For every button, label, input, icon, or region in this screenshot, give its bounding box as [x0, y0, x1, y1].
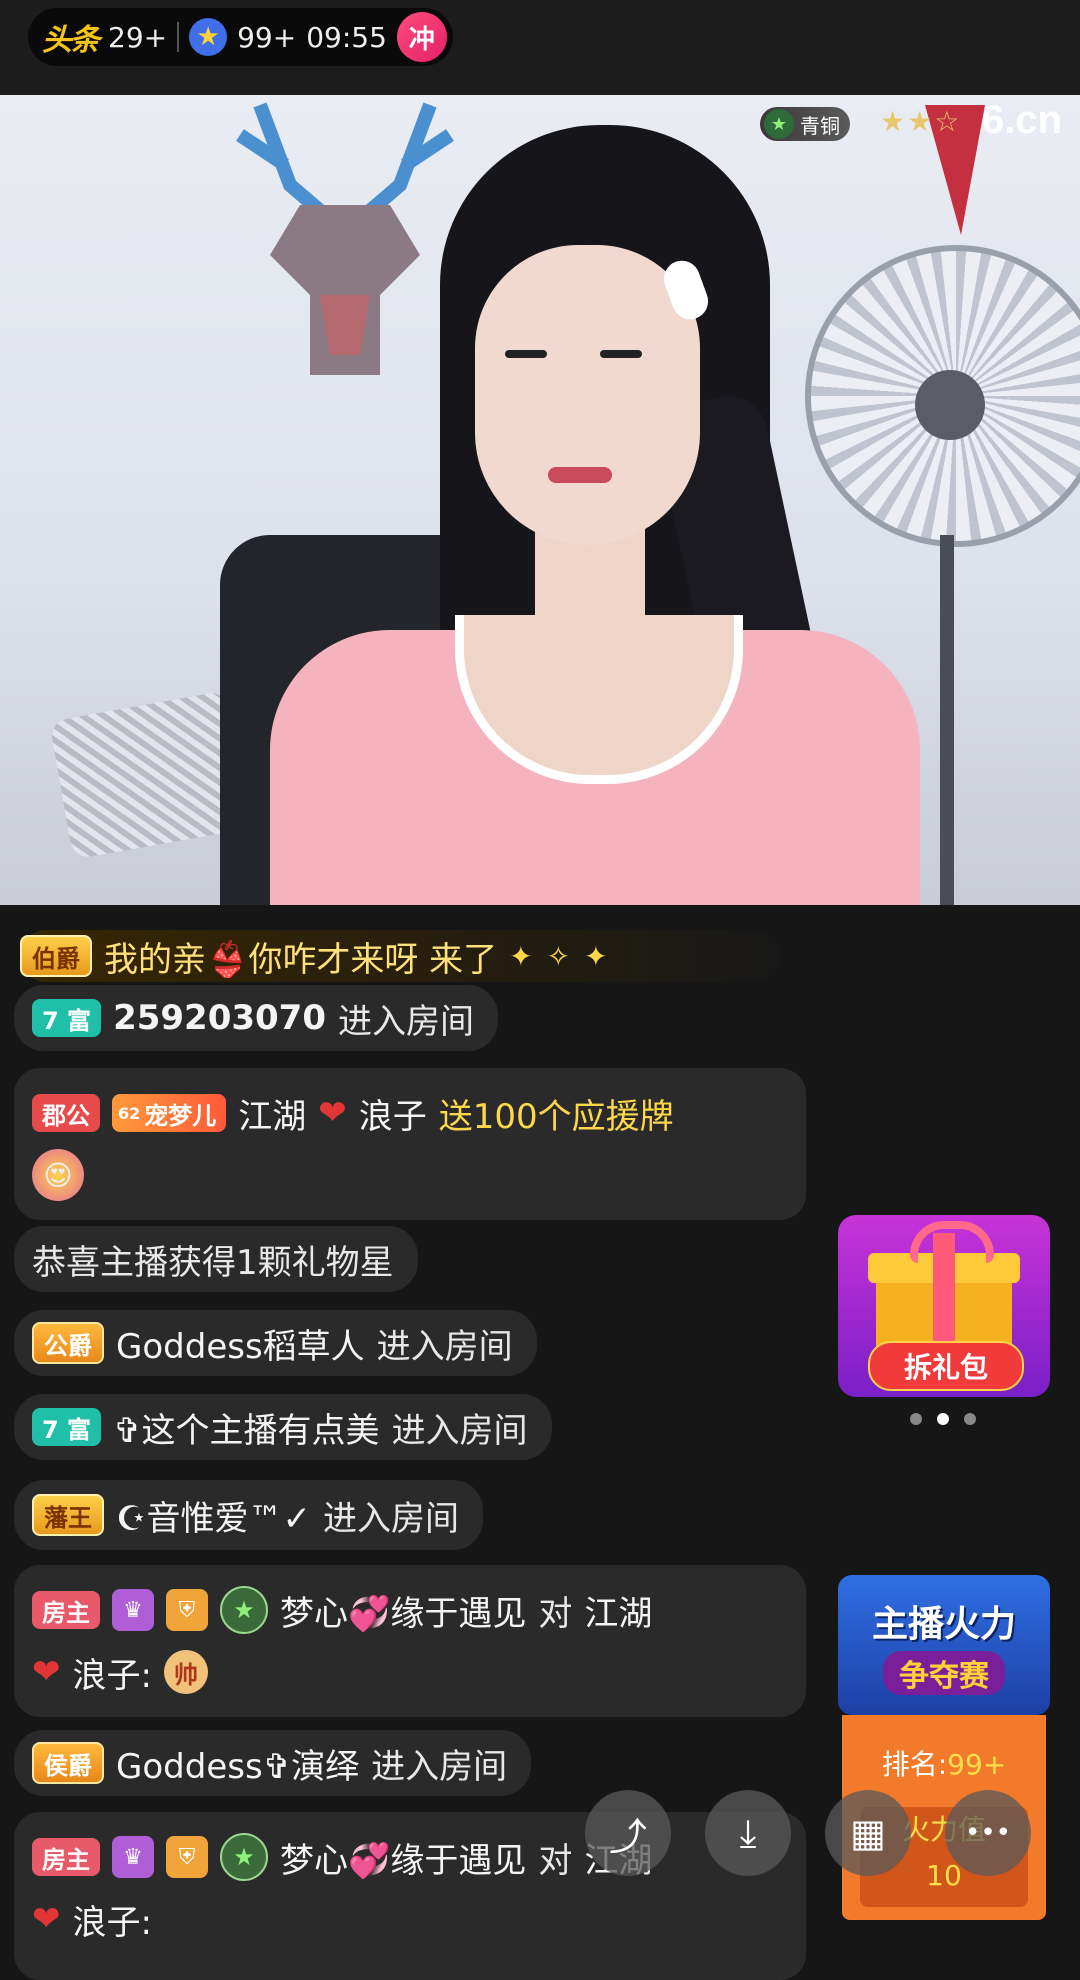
- chat-message[interactable]: 7 富 ✞这个主播有点美 进入房间: [14, 1394, 552, 1460]
- shield-icon: ⛨: [166, 1836, 208, 1878]
- deer-head-decoration: [236, 102, 454, 375]
- rank-badge-jungong: 郡公: [32, 1094, 100, 1132]
- chat-message[interactable]: 藩王 ☪音惟爱™✓ 进入房间: [14, 1480, 483, 1550]
- open-gift-button[interactable]: 拆礼包: [868, 1341, 1024, 1391]
- chong-badge[interactable]: 冲: [396, 12, 447, 62]
- lips: [548, 467, 612, 483]
- fan-club-name: 宠梦儿: [144, 1101, 217, 1130]
- wealth-badge: 7 富: [32, 1408, 102, 1446]
- fan-level: 62: [118, 1103, 141, 1123]
- user-name[interactable]: Goddess稻草人: [116, 1319, 365, 1368]
- live-video[interactable]: [0, 95, 1080, 905]
- share-button[interactable]: ⤴: [585, 1790, 671, 1876]
- notification-pill[interactable]: 头条 29+ ★ 99+ 09:55 冲: [28, 8, 453, 66]
- user-name[interactable]: 梦心💞缘于遇见: [280, 1586, 526, 1635]
- enter-room-text: 进入房间: [337, 1001, 474, 1042]
- right-eye: [600, 350, 642, 358]
- user-name[interactable]: ☪音惟爱™✓: [116, 1491, 311, 1540]
- shuai-emoji-icon: 帅: [163, 1650, 208, 1694]
- user-name[interactable]: 江湖: [238, 1089, 306, 1138]
- chat-message[interactable]: 公爵 Goddess稻草人 进入房间: [14, 1310, 537, 1376]
- chat-message[interactable]: 房主 ♛ ⛨ ★ 梦心💞缘于遇见 对 江湖 ❤ 浪子: 帅: [14, 1565, 806, 1717]
- chat-message[interactable]: 7 富 259203070 进入房间: [14, 985, 498, 1051]
- more-button[interactable]: •••: [945, 1790, 1031, 1876]
- chat-message[interactable]: 郡公 62 宠梦儿 江湖 ❤ 浪子 送100个应援牌 😍: [14, 1068, 806, 1220]
- welcome-text: 我的亲👙你咋才来呀 来了: [104, 939, 498, 980]
- pager-dot[interactable]: [910, 1413, 922, 1425]
- rank-badge-fanwang: 藩王: [32, 1494, 104, 1536]
- guardian-icon: ♛: [112, 1589, 154, 1631]
- heart-icon: ❤: [32, 1899, 61, 1939]
- contest-subtitle: 争夺赛: [883, 1651, 1005, 1695]
- rank-label: 青铜: [800, 113, 840, 138]
- download-button[interactable]: ⤓: [705, 1790, 791, 1876]
- contest-banner: 主播火力 争夺赛: [838, 1575, 1050, 1715]
- user-name[interactable]: 梦心💞缘于遇见: [280, 1833, 526, 1882]
- download-icon: ⤓: [739, 1810, 757, 1855]
- toutiao-count: 29+: [108, 20, 168, 54]
- site-logo: 6.cn: [982, 98, 1063, 142]
- enter-room-text: 进入房间: [391, 1410, 528, 1451]
- rank-stars: ★★☆: [880, 105, 962, 138]
- fan-hub: [915, 370, 985, 440]
- grid-menu-button[interactable]: ▦: [825, 1790, 911, 1876]
- left-eye: [505, 350, 547, 358]
- rank-value: 99+: [947, 1748, 1007, 1781]
- heart-icon: ❤: [318, 1093, 347, 1133]
- contest-title: 主播火力: [871, 1604, 1016, 1645]
- pager-dot[interactable]: [964, 1413, 976, 1425]
- gift-emoji-icon: 😍: [32, 1149, 84, 1201]
- rank-badge-gongjue: 公爵: [32, 1322, 104, 1364]
- guardian-icon: ♛: [112, 1836, 154, 1878]
- target-user[interactable]: 江湖: [584, 1586, 652, 1635]
- system-text: 恭喜主播获得1颗礼物星: [32, 1242, 394, 1283]
- gift-bow: [910, 1221, 994, 1263]
- enter-room-text: 进入房间: [322, 1498, 459, 1539]
- rank-star-icon: ★: [764, 109, 794, 139]
- gift-pack-card[interactable]: 拆礼包: [838, 1215, 1050, 1397]
- star-count: 99+: [237, 20, 297, 54]
- share-icon: ⤴: [608, 1814, 647, 1859]
- fan-club-badge: 62 宠梦儿: [112, 1094, 227, 1132]
- user-name[interactable]: ✞这个主播有点美: [113, 1403, 380, 1452]
- more-icon: •••: [964, 1818, 1011, 1848]
- fan-stand: [940, 535, 954, 905]
- user-name[interactable]: Goddess✞演绎: [116, 1739, 359, 1788]
- system-message: 恭喜主播获得1颗礼物星: [14, 1226, 418, 1292]
- target-user-suffix[interactable]: 浪子:: [73, 1648, 152, 1697]
- user-name-suffix[interactable]: 浪子: [359, 1089, 427, 1138]
- rank-label: 排名:: [881, 1748, 948, 1781]
- chat-message[interactable]: 侯爵 Goddess✞演绎 进入房间: [14, 1730, 532, 1796]
- grid-icon: ▦: [850, 1811, 886, 1855]
- rank-star-icon: ★: [220, 1833, 268, 1881]
- gift-text: 送100个应援牌: [438, 1096, 674, 1137]
- toutiao-logo: 头条: [42, 23, 100, 58]
- target-user-suffix[interactable]: 浪子:: [73, 1895, 152, 1944]
- enter-room-text: 进入房间: [371, 1746, 508, 1787]
- star-icon: ★: [189, 18, 228, 56]
- user-name[interactable]: 259203070: [113, 998, 326, 1038]
- contest-rank: 排名:99+: [842, 1743, 1046, 1783]
- rank-star-icon: ★: [220, 1586, 268, 1634]
- rank-badge-houjue: 侯爵: [32, 1742, 104, 1784]
- sparkle-icon: ✦✧✦: [509, 939, 622, 973]
- enter-room-text: 进入房间: [376, 1326, 513, 1367]
- chat-message[interactable]: 房主 ♛ ⛨ ★ 梦心💞缘于遇见 对 江湖 ❤ 浪子:: [14, 1812, 806, 1980]
- pager-dot-active[interactable]: [937, 1413, 949, 1425]
- heart-icon: ❤: [32, 1652, 61, 1692]
- wealth-badge: 7 富: [32, 999, 102, 1037]
- anchor-rank-badge[interactable]: ★ 青铜: [760, 107, 850, 141]
- to-text: 对: [538, 1593, 573, 1634]
- rank-badge-boju: 伯爵: [20, 935, 92, 977]
- to-text: 对: [538, 1840, 573, 1881]
- clock-time: 09:55: [306, 20, 387, 54]
- welcome-banner: 伯爵 我的亲👙你咋才来呀 来了 ✦✧✦: [20, 930, 780, 982]
- room-owner-badge: 房主: [32, 1838, 100, 1876]
- status-bar: 头条 29+ ★ 99+ 09:55 冲: [0, 0, 1080, 95]
- shield-icon: ⛨: [166, 1589, 208, 1631]
- divider: [177, 22, 180, 52]
- room-owner-badge: 房主: [32, 1591, 100, 1629]
